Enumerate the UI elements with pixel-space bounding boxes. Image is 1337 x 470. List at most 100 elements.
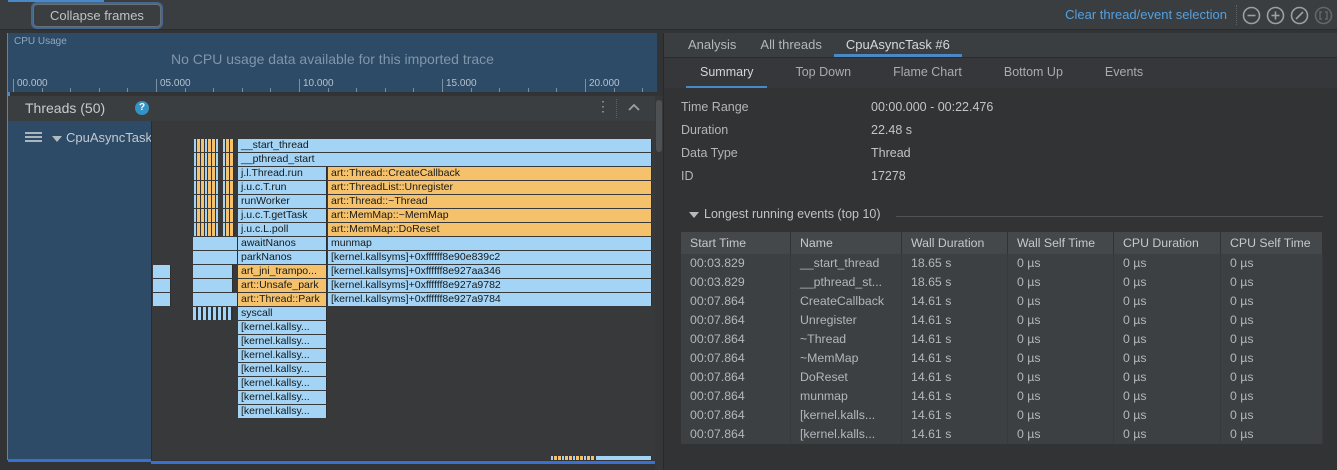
flame-frame-fragment[interactable]: [193, 237, 238, 250]
flame-frame[interactable]: [kernel.kallsy...: [238, 377, 327, 390]
tab-all-threads[interactable]: All threads: [748, 33, 833, 57]
flame-frame-fragment[interactable]: [194, 153, 218, 166]
events-table-row[interactable]: 00:07.864~MemMap14.61 s0 µs0 µs0 µs: [681, 349, 1323, 368]
flame-frame[interactable]: runWorker: [238, 195, 327, 208]
flame-frame[interactable]: [kernel.kallsyms]+0xffffff8e927aa346: [328, 265, 652, 278]
collapse-frames-button[interactable]: Collapse frames: [33, 4, 161, 27]
flame-frame[interactable]: art::Unsafe_park: [238, 279, 327, 292]
subtab-summary[interactable]: Summary: [686, 58, 767, 88]
events-table-row[interactable]: 00:07.864DoReset14.61 s0 µs0 µs0 µs: [681, 368, 1323, 387]
thread-list-item[interactable]: CpuAsyncTask #6: [8, 121, 151, 460]
events-table-cell: [kernel.kalls...: [791, 406, 902, 425]
scrollbar-thumb[interactable]: [656, 100, 662, 152]
events-column-header[interactable]: CPU Duration: [1114, 232, 1221, 254]
flame-frame-fragment[interactable]: [153, 265, 171, 278]
subtab-flame-chart[interactable]: Flame Chart: [879, 58, 976, 88]
events-table-row[interactable]: 00:07.864munmap14.61 s0 µs0 µs0 µs: [681, 387, 1323, 406]
flame-frame-fragment[interactable]: [194, 181, 218, 194]
flame-frame[interactable]: art::ThreadList::Unregister: [328, 181, 652, 194]
events-column-header[interactable]: Start Time: [681, 232, 791, 254]
flame-frame-fragment[interactable]: [193, 265, 233, 278]
flame-frame[interactable]: art::MemMap::~MemMap: [328, 209, 652, 222]
flame-frame[interactable]: [kernel.kallsy...: [238, 321, 327, 334]
clear-selection-link[interactable]: Clear thread/event selection: [1065, 7, 1227, 22]
events-column-header[interactable]: Wall Self Time: [1008, 232, 1114, 254]
flame-frame-fragment[interactable]: [194, 139, 218, 152]
flame-frame[interactable]: art_jni_trampo...: [238, 265, 327, 278]
flame-frame[interactable]: syscall: [238, 307, 327, 320]
flame-frame-fragment[interactable]: [153, 279, 171, 292]
axis-minor-tick: [328, 88, 329, 92]
subtab-events[interactable]: Events: [1091, 58, 1157, 88]
flame-frame[interactable]: __pthread_start: [238, 153, 652, 166]
flame-frame[interactable]: [kernel.kallsyms]+0xffffff8e927a9784: [328, 293, 652, 306]
flame-frame-fragment[interactable]: [223, 223, 234, 236]
events-table-row[interactable]: 00:07.864[kernel.kalls...14.61 s0 µs0 µs…: [681, 425, 1323, 444]
section-collapse-icon[interactable]: [689, 212, 699, 218]
flame-frame[interactable]: munmap: [328, 237, 652, 250]
events-table-row[interactable]: 00:07.864CreateCallback14.61 s0 µs0 µs0 …: [681, 292, 1323, 311]
flame-frame[interactable]: [kernel.kallsy...: [238, 335, 327, 348]
flame-frame-fragment[interactable]: [194, 167, 218, 180]
flame-frame[interactable]: art::MemMap::DoReset: [328, 223, 652, 236]
flame-frame[interactable]: [kernel.kallsyms]+0xffffff8e927a9782: [328, 279, 652, 292]
flame-frame-fragment[interactable]: [223, 195, 234, 208]
flame-frame[interactable]: j.l.Thread.run: [238, 167, 327, 180]
flame-frame-fragment[interactable]: [194, 223, 218, 236]
zoom-out-icon[interactable]: [1242, 6, 1261, 25]
flame-frame-fragment[interactable]: [223, 153, 234, 166]
flame-frame-fragment[interactable]: [193, 293, 238, 306]
flame-frame-fragment[interactable]: [223, 181, 234, 194]
flame-chart[interactable]: __start_thread__pthread_startj.l.Thread.…: [151, 121, 655, 460]
flame-frame[interactable]: j.u.c.T.getTask: [238, 209, 327, 222]
flame-frame[interactable]: [kernel.kallsy...: [238, 349, 327, 362]
flame-frame-fragment[interactable]: [193, 307, 233, 320]
flame-frame[interactable]: j.u.c.T.run: [238, 181, 327, 194]
flame-frame-fragment[interactable]: [193, 251, 238, 264]
flame-frame[interactable]: __start_thread: [238, 139, 652, 152]
flame-frame[interactable]: parkNanos: [238, 251, 327, 264]
flame-frame[interactable]: [kernel.kallsy...: [238, 363, 327, 376]
flame-frame[interactable]: [kernel.kallsyms]+0xffffff8e90e839c2: [328, 251, 652, 264]
chevron-up-icon[interactable]: [626, 101, 642, 120]
events-column-header[interactable]: CPU Self Time: [1221, 232, 1323, 254]
flame-frame-fragment[interactable]: [194, 195, 218, 208]
flame-frame-fragment[interactable]: [193, 279, 233, 292]
flame-frame[interactable]: art::Thread::~Thread: [328, 195, 652, 208]
flame-frame-fragment[interactable]: [194, 209, 218, 222]
events-table-row[interactable]: 00:07.864~Thread14.61 s0 µs0 µs0 µs: [681, 330, 1323, 349]
events-column-header[interactable]: Name: [791, 232, 902, 254]
events-table-row[interactable]: 00:07.864Unregister14.61 s0 µs0 µs0 µs: [681, 311, 1323, 330]
events-table-row[interactable]: 00:03.829__start_thread18.65 s0 µs0 µs0 …: [681, 254, 1323, 273]
flame-frame[interactable]: [kernel.kallsy...: [238, 405, 327, 418]
kebab-menu-icon[interactable]: ⋮: [596, 98, 610, 115]
flame-frame-fragment[interactable]: [596, 456, 652, 460]
cpu-usage-panel[interactable]: CPU Usage No CPU usage data available fo…: [8, 33, 657, 92]
subtab-bottom-up[interactable]: Bottom Up: [990, 58, 1077, 88]
drag-handle-icon[interactable]: [25, 132, 42, 143]
flame-frame-fragment[interactable]: [153, 293, 171, 306]
flame-frame-fragment[interactable]: [223, 209, 234, 222]
flame-frame[interactable]: j.u.c.L.poll: [238, 223, 327, 236]
subtab-top-down[interactable]: Top Down: [781, 58, 865, 88]
cpu-usage-label: CPU Usage: [14, 36, 67, 47]
events-table-row[interactable]: 00:07.864[kernel.kalls...14.61 s0 µs0 µs…: [681, 406, 1323, 425]
flame-frame[interactable]: art::Thread::Park: [238, 293, 327, 306]
flame-frame-fragment[interactable]: [223, 167, 234, 180]
tab-analysis[interactable]: Analysis: [676, 33, 748, 57]
tab-cpuasynctask[interactable]: CpuAsyncTask #6: [834, 33, 962, 57]
events-table-row[interactable]: 00:03.829__pthread_st...18.65 s0 µs0 µs0…: [681, 273, 1323, 292]
help-icon[interactable]: ?: [135, 101, 149, 115]
events-column-header[interactable]: Wall Duration: [902, 232, 1008, 254]
panel-splitter[interactable]: [655, 96, 663, 470]
zoom-in-icon[interactable]: [1266, 6, 1285, 25]
flame-frame-fragment[interactable]: [551, 456, 594, 460]
flame-frame-fragment[interactable]: [223, 139, 234, 152]
flame-frame[interactable]: art::Thread::CreateCallback: [328, 167, 652, 180]
flame-frame[interactable]: awaitNanos: [238, 237, 327, 250]
chevron-down-icon[interactable]: [52, 136, 62, 142]
flame-frame[interactable]: [kernel.kallsy...: [238, 391, 327, 404]
flame-row-kernel.kallsyms: [kernel.kallsy...: [152, 391, 655, 404]
reset-zoom-icon[interactable]: [1290, 6, 1309, 25]
axis-minor-tick: [356, 88, 357, 92]
